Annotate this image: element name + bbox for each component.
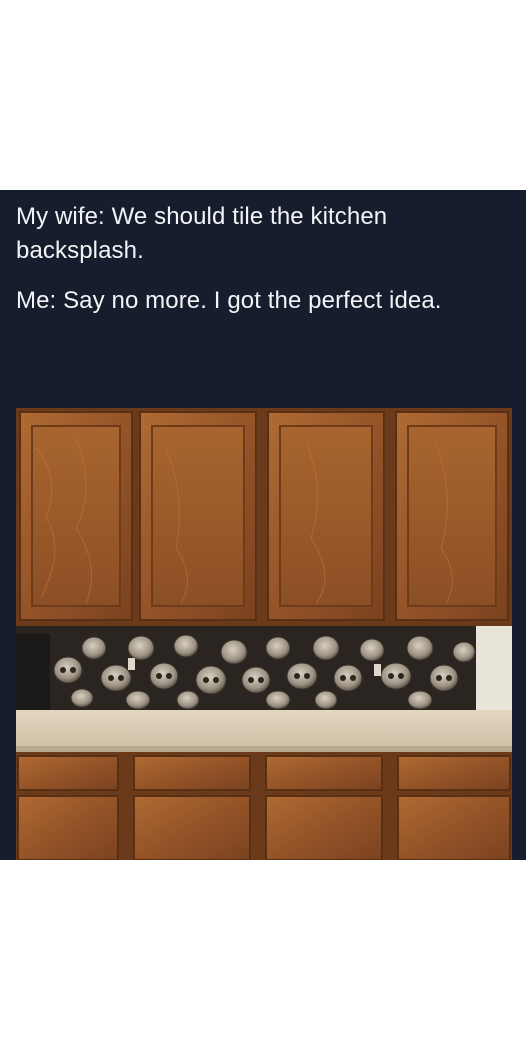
kitchen-illustration (16, 408, 512, 860)
meme-post: My wife: We should tile the kitchen back… (0, 190, 526, 860)
drawer (265, 755, 383, 791)
kitchen-photo (16, 408, 512, 860)
upper-cabinets (16, 408, 512, 626)
drawer (397, 755, 511, 791)
countertop (16, 710, 512, 750)
drawer (17, 755, 119, 791)
caption-line-me: Me: Say no more. I got the perfect idea. (16, 287, 442, 314)
caption-line-wife: My wife: We should tile the kitchen back… (16, 203, 388, 264)
outlet (128, 658, 135, 670)
skull-backsplash (16, 626, 512, 712)
drawer (133, 755, 251, 791)
meme-caption: My wife: We should tile the kitchen back… (16, 200, 516, 334)
outlet (374, 664, 381, 676)
lower-cabinets (16, 752, 512, 860)
